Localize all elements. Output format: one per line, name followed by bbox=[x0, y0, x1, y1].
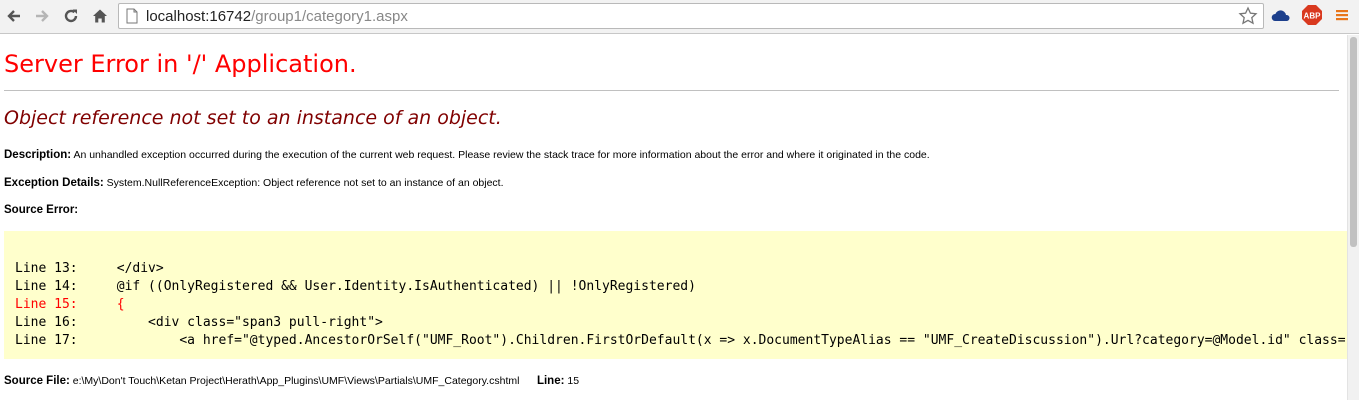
page-icon bbox=[125, 8, 139, 29]
page-content: Server Error in '/' Application. Object … bbox=[0, 35, 1347, 400]
reload-icon bbox=[63, 8, 79, 24]
forward-arrow-icon bbox=[34, 8, 50, 24]
exception-label: Exception Details: bbox=[4, 177, 104, 189]
line-label: Line: bbox=[536, 375, 565, 387]
url-text: localhost:16742/group1/category1.aspx bbox=[146, 8, 408, 25]
line-number: 15 bbox=[567, 375, 580, 387]
menu-icon bbox=[1335, 8, 1349, 27]
exception-text: System.NullReferenceException: Object re… bbox=[106, 177, 504, 189]
source-file-path: e:\My\Don't Touch\Ketan Project\Herath\A… bbox=[72, 375, 520, 387]
source-line: Line 14: @if ((OnlyRegistered && User.Id… bbox=[15, 279, 696, 294]
home-icon bbox=[92, 8, 108, 24]
bookmark-star-icon[interactable] bbox=[1238, 6, 1258, 31]
url-path: /group1/category1.aspx bbox=[251, 8, 408, 25]
source-file-label: Source File: bbox=[4, 375, 70, 387]
page-title: Server Error in '/' Application. bbox=[4, 50, 357, 78]
description-text: An unhandled exception occurred during t… bbox=[73, 149, 930, 161]
source-line: Line 13: </div> bbox=[15, 261, 164, 276]
reload-button[interactable] bbox=[60, 5, 82, 27]
browser-toolbar: localhost:16742/group1/category1.aspx AB… bbox=[0, 0, 1359, 34]
chrome-menu-button[interactable] bbox=[1331, 6, 1353, 28]
source-line: Line 16: <div class="span3 pull-right"> bbox=[15, 315, 383, 330]
source-line-highlighted: Line 15: { bbox=[15, 297, 125, 312]
back-arrow-icon bbox=[6, 8, 22, 24]
source-file-line: Source File: e:\My\Don't Touch\Ketan Pro… bbox=[4, 375, 579, 387]
description-label: Description: bbox=[4, 149, 72, 161]
source-line: Line 17: <a href="@typed.AncestorOrSelf(… bbox=[15, 333, 1346, 348]
adblock-plus-label: ABP bbox=[1304, 11, 1322, 20]
source-code-box: Line 13: </div> Line 14: @if ((OnlyRegis… bbox=[4, 231, 1347, 359]
url-host: localhost:16742 bbox=[146, 8, 252, 25]
error-message: Object reference not set to an instance … bbox=[4, 107, 502, 129]
source-error-label: Source Error: bbox=[4, 204, 79, 216]
forward-button[interactable] bbox=[31, 5, 53, 27]
cloud-icon bbox=[1271, 8, 1291, 27]
home-button[interactable] bbox=[89, 5, 111, 27]
scrollbar-thumb[interactable] bbox=[1350, 37, 1357, 247]
address-bar[interactable]: localhost:16742/group1/category1.aspx bbox=[118, 3, 1264, 29]
source-error-heading: Source Error: bbox=[4, 204, 78, 216]
adblock-plus-button[interactable]: ABP bbox=[1301, 4, 1323, 31]
vertical-scrollbar[interactable] bbox=[1347, 35, 1359, 400]
adblock-plus-icon: ABP bbox=[1301, 4, 1323, 31]
exception-paragraph: Exception Details: System.NullReferenceE… bbox=[4, 177, 504, 189]
back-button[interactable] bbox=[3, 5, 25, 27]
title-divider bbox=[4, 90, 1339, 91]
cloud-extension-button[interactable] bbox=[1270, 6, 1292, 28]
description-paragraph: Description: An unhandled exception occu… bbox=[4, 149, 930, 161]
